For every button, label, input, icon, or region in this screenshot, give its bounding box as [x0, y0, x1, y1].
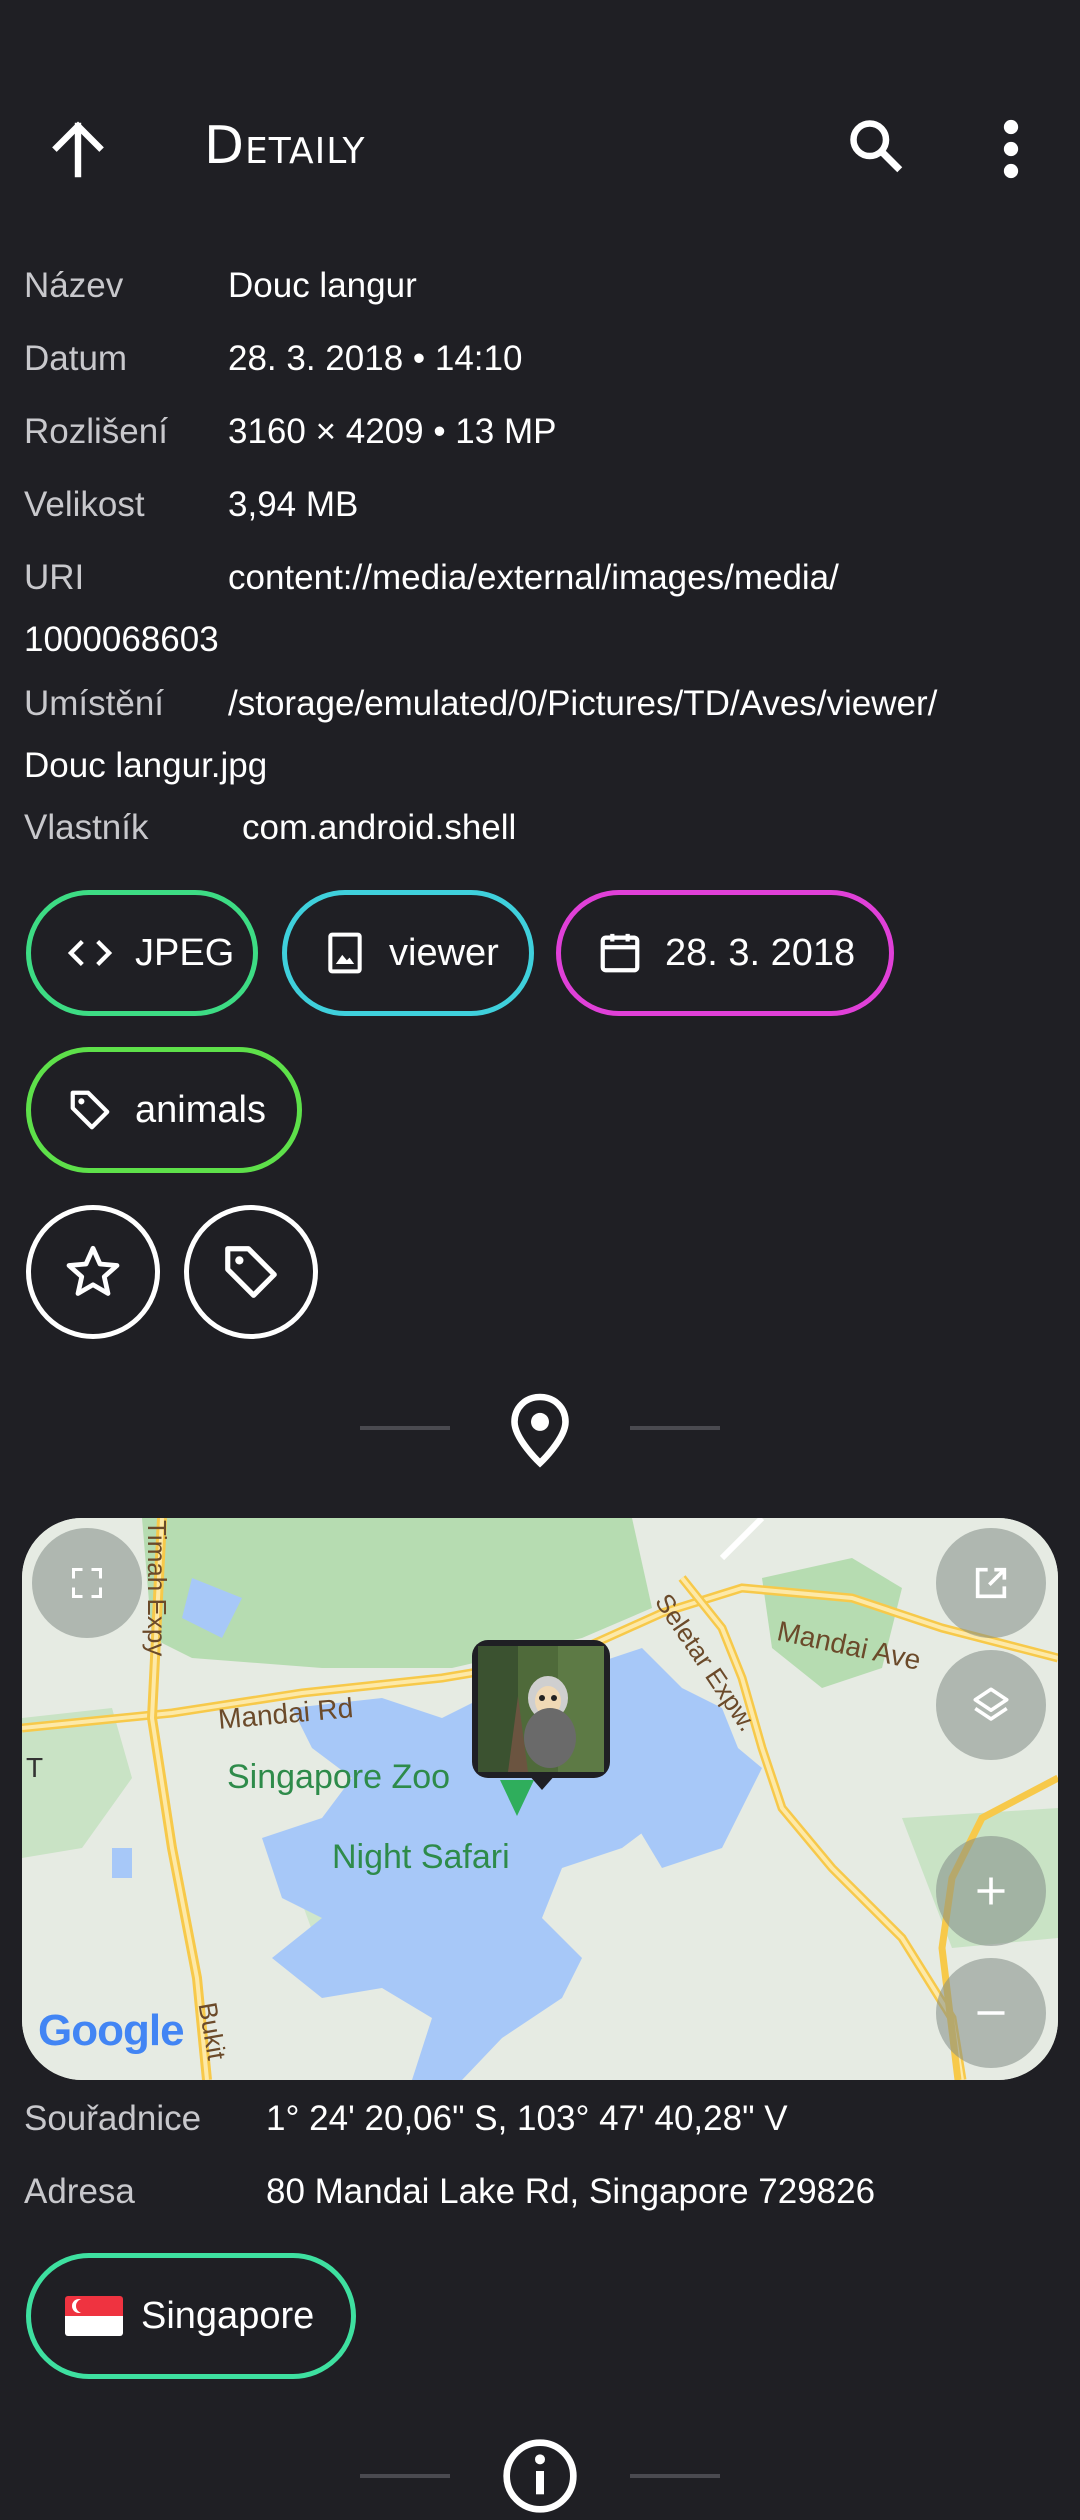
info-value: content://media/external/images/media/ [228, 558, 839, 597]
info-key: Souřadnice [24, 2099, 202, 2138]
info-name: Název Douc langur [24, 255, 1064, 317]
google-logo: Google [38, 2006, 185, 2055]
info-value: com.android.shell [242, 808, 517, 847]
flag-icon [65, 2296, 123, 2336]
info-value: 3160 × 4209 • 13 MP [228, 412, 557, 451]
map-layers-button[interactable] [936, 1650, 1046, 1760]
map-preview[interactable]: Timah Expy Mandai Rd Mandai Ave Seletar … [22, 1518, 1058, 2080]
info-key: Umístění [24, 684, 165, 723]
info-key: Rozlišení [24, 412, 168, 451]
info-key: Velikost [24, 485, 145, 524]
info-value: 80 Mandai Lake Rd, Singapore 729826 [266, 2172, 876, 2211]
chip-tag[interactable]: animals [26, 1047, 302, 1173]
star-icon [66, 1245, 120, 1296]
info-key: URI [24, 558, 85, 597]
map-label-t: T [26, 1752, 44, 1783]
chip-format[interactable]: JPEG [26, 890, 258, 1016]
map-pin-icon [500, 1780, 534, 1816]
photo-thumbnail [478, 1646, 604, 1772]
fullscreen-icon [72, 1568, 102, 1598]
info-value: /storage/emulated/0/Pictures/TD/Aves/vie… [228, 684, 938, 723]
map-label-zoo: Singapore Zoo [227, 1758, 451, 1796]
info-uri-cont: 1000068603 [24, 609, 1064, 671]
zoom-in-button[interactable] [936, 1836, 1046, 1946]
chip-album[interactable]: viewer [282, 890, 534, 1016]
info-key: Vlastník [24, 808, 149, 847]
arrow-up-icon[interactable] [46, 118, 110, 182]
info-coordinates: Souřadnice 1° 24' 20,06" S, 103° 47' 40,2… [24, 2088, 1064, 2150]
open-map-button[interactable] [936, 1528, 1046, 1638]
plus-icon [977, 1877, 1005, 1905]
tag-icon [70, 1090, 110, 1130]
info-value: Douc langur.jpg [24, 746, 268, 785]
chip-country[interactable]: Singapore [26, 2253, 356, 2379]
code-icon [67, 940, 113, 966]
chip-label: viewer [389, 931, 499, 974]
map-label-safari: Night Safari [332, 1838, 510, 1876]
fullscreen-button[interactable] [32, 1528, 142, 1638]
photo-marker[interactable] [472, 1640, 610, 1790]
info-value: 1000068603 [24, 620, 219, 659]
zoom-out-button[interactable] [936, 1958, 1046, 2068]
info-owner: Vlastník com.android.shell [24, 797, 1064, 859]
info-key: Název [24, 266, 124, 305]
chip-date[interactable]: 28. 3. 2018 [556, 890, 894, 1016]
info-address: Adresa 80 Mandai Lake Rd, Singapore 72982… [24, 2161, 1064, 2223]
location-pin-icon [511, 1393, 569, 1468]
section-divider [360, 1426, 450, 1430]
layers-icon [973, 1687, 1009, 1721]
favourite-button[interactable] [26, 1205, 160, 1339]
info-size: Velikost 3,94 MB [24, 474, 1064, 536]
tag-icon [225, 1246, 277, 1298]
info-path: Umístění/storage/emulated/0/Pictures/TD/… [24, 673, 1064, 735]
minus-icon [977, 2011, 1005, 2015]
info-path-cont: Douc langur.jpg [24, 735, 1064, 797]
album-icon [328, 932, 362, 974]
chip-label: 28. 3. 2018 [665, 931, 856, 974]
page-title: Detaily [204, 116, 366, 176]
info-uri: URI content://media/external/images/media… [24, 547, 1064, 609]
calendar-icon [600, 933, 640, 973]
map-tiles [22, 1518, 1058, 2080]
edit-tags-button[interactable] [184, 1205, 318, 1339]
chip-label: Singapore [141, 2294, 315, 2337]
info-key: Adresa [24, 2172, 135, 2211]
info-date: Datum 28. 3. 2018 • 14:10 [24, 328, 1064, 390]
search-icon[interactable] [846, 116, 906, 176]
section-divider [630, 2474, 720, 2478]
info-icon [503, 2439, 577, 2513]
section-divider [630, 1426, 720, 1430]
info-key: Datum [24, 339, 128, 378]
section-divider [360, 2474, 450, 2478]
info-value: 1° 24' 20,06" S, 103° 47' 40,28" V [266, 2099, 788, 2138]
info-resolution: Rozlišení 3160 × 4209 • 13 MP [24, 401, 1064, 463]
map-label-timah: Timah Expy [142, 1520, 172, 1657]
chip-label: animals [135, 1088, 266, 1131]
info-value: 28. 3. 2018 • 14:10 [228, 339, 523, 378]
more-vert-icon[interactable] [996, 116, 1026, 182]
info-value: Douc langur [228, 266, 417, 305]
chip-label: JPEG [135, 931, 235, 974]
app-bar: Detaily [0, 80, 1080, 220]
info-value: 3,94 MB [228, 485, 359, 524]
open-in-new-icon [975, 1567, 1007, 1599]
